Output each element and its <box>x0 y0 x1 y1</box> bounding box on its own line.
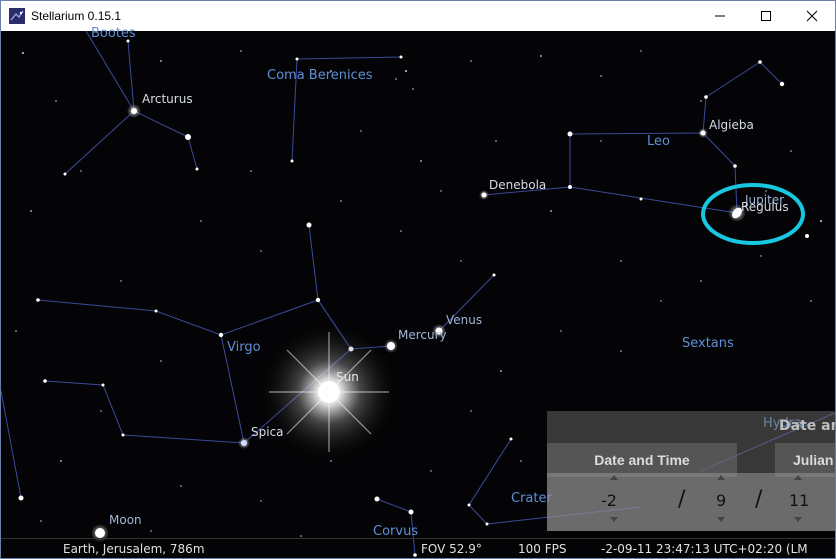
star-label-denebola: Denebola <box>489 178 547 192</box>
star-label-algieba: Algieba <box>709 118 754 132</box>
date-time-window[interactable]: Date and Time Julian Date an -2 / 9 / 11 <box>547 411 836 531</box>
status-datetime: -2-09-11 23:47:13 UTC+02:20 (LM <box>601 542 808 556</box>
window-title: Stellarium 0.15.1 <box>31 9 122 23</box>
status-bar: Earth, Jerusalem, 786m FOV 52.9° 100 FPS… <box>1 538 835 558</box>
maximize-button[interactable] <box>743 1 789 31</box>
constellation-label-bootes: Bootes <box>91 26 136 41</box>
date-separator: / <box>678 487 686 512</box>
star-label-regulus: Regulus <box>741 200 789 214</box>
sky-view[interactable]: Bootes Coma Berenices Arcturus Leo Algie… <box>1 26 836 558</box>
close-button[interactable] <box>789 1 835 31</box>
constellation-label-coma-berenices: Coma Berenices <box>267 68 373 83</box>
month-up-arrow-icon[interactable] <box>717 475 725 480</box>
constellation-label-sextans: Sextans <box>682 336 734 351</box>
year-up-arrow-icon[interactable] <box>610 475 618 480</box>
minimize-button[interactable] <box>697 1 743 31</box>
tab-date-and-time[interactable]: Date and Time <box>547 443 737 477</box>
date-input-row: -2 / 9 / 11 <box>547 473 835 531</box>
planet-label-venus: Venus <box>446 313 483 327</box>
status-fov: FOV 52.9° <box>421 542 482 556</box>
stellarium-window: Stellarium 0.15.1 Bootes Coma Berenices … <box>0 0 836 559</box>
day-down-arrow-icon[interactable] <box>794 517 802 522</box>
year-field[interactable]: -2 <box>601 491 617 510</box>
sun-glare <box>259 322 399 462</box>
status-fps: 100 FPS <box>518 542 567 556</box>
sun-label: Sun <box>336 370 359 384</box>
moon-label: Moon <box>109 513 142 527</box>
constellation-label-crater: Crater <box>511 491 552 506</box>
star-label-arcturus: Arcturus <box>142 92 193 106</box>
day-field[interactable]: 11 <box>789 491 809 510</box>
close-icon <box>806 10 818 22</box>
constellation-label-virgo: Virgo <box>227 340 261 355</box>
planet-label-mercury: Mercury <box>398 328 447 342</box>
year-down-arrow-icon[interactable] <box>610 517 618 522</box>
month-field[interactable]: 9 <box>716 491 726 510</box>
maximize-icon <box>761 11 771 21</box>
minimize-icon <box>715 15 725 17</box>
star-label-spica: Spica <box>251 425 284 439</box>
constellation-label-corvus: Corvus <box>373 524 419 539</box>
stellarium-app-icon <box>9 8 25 24</box>
status-location: Earth, Jerusalem, 786m <box>63 542 205 556</box>
date-separator: / <box>755 487 763 512</box>
hidden-tab-title: Date an <box>779 418 836 434</box>
constellation-label-leo: Leo <box>647 134 670 149</box>
month-down-arrow-icon[interactable] <box>717 517 725 522</box>
tab-julian[interactable]: Julian <box>775 443 835 477</box>
day-up-arrow-icon[interactable] <box>794 475 802 480</box>
